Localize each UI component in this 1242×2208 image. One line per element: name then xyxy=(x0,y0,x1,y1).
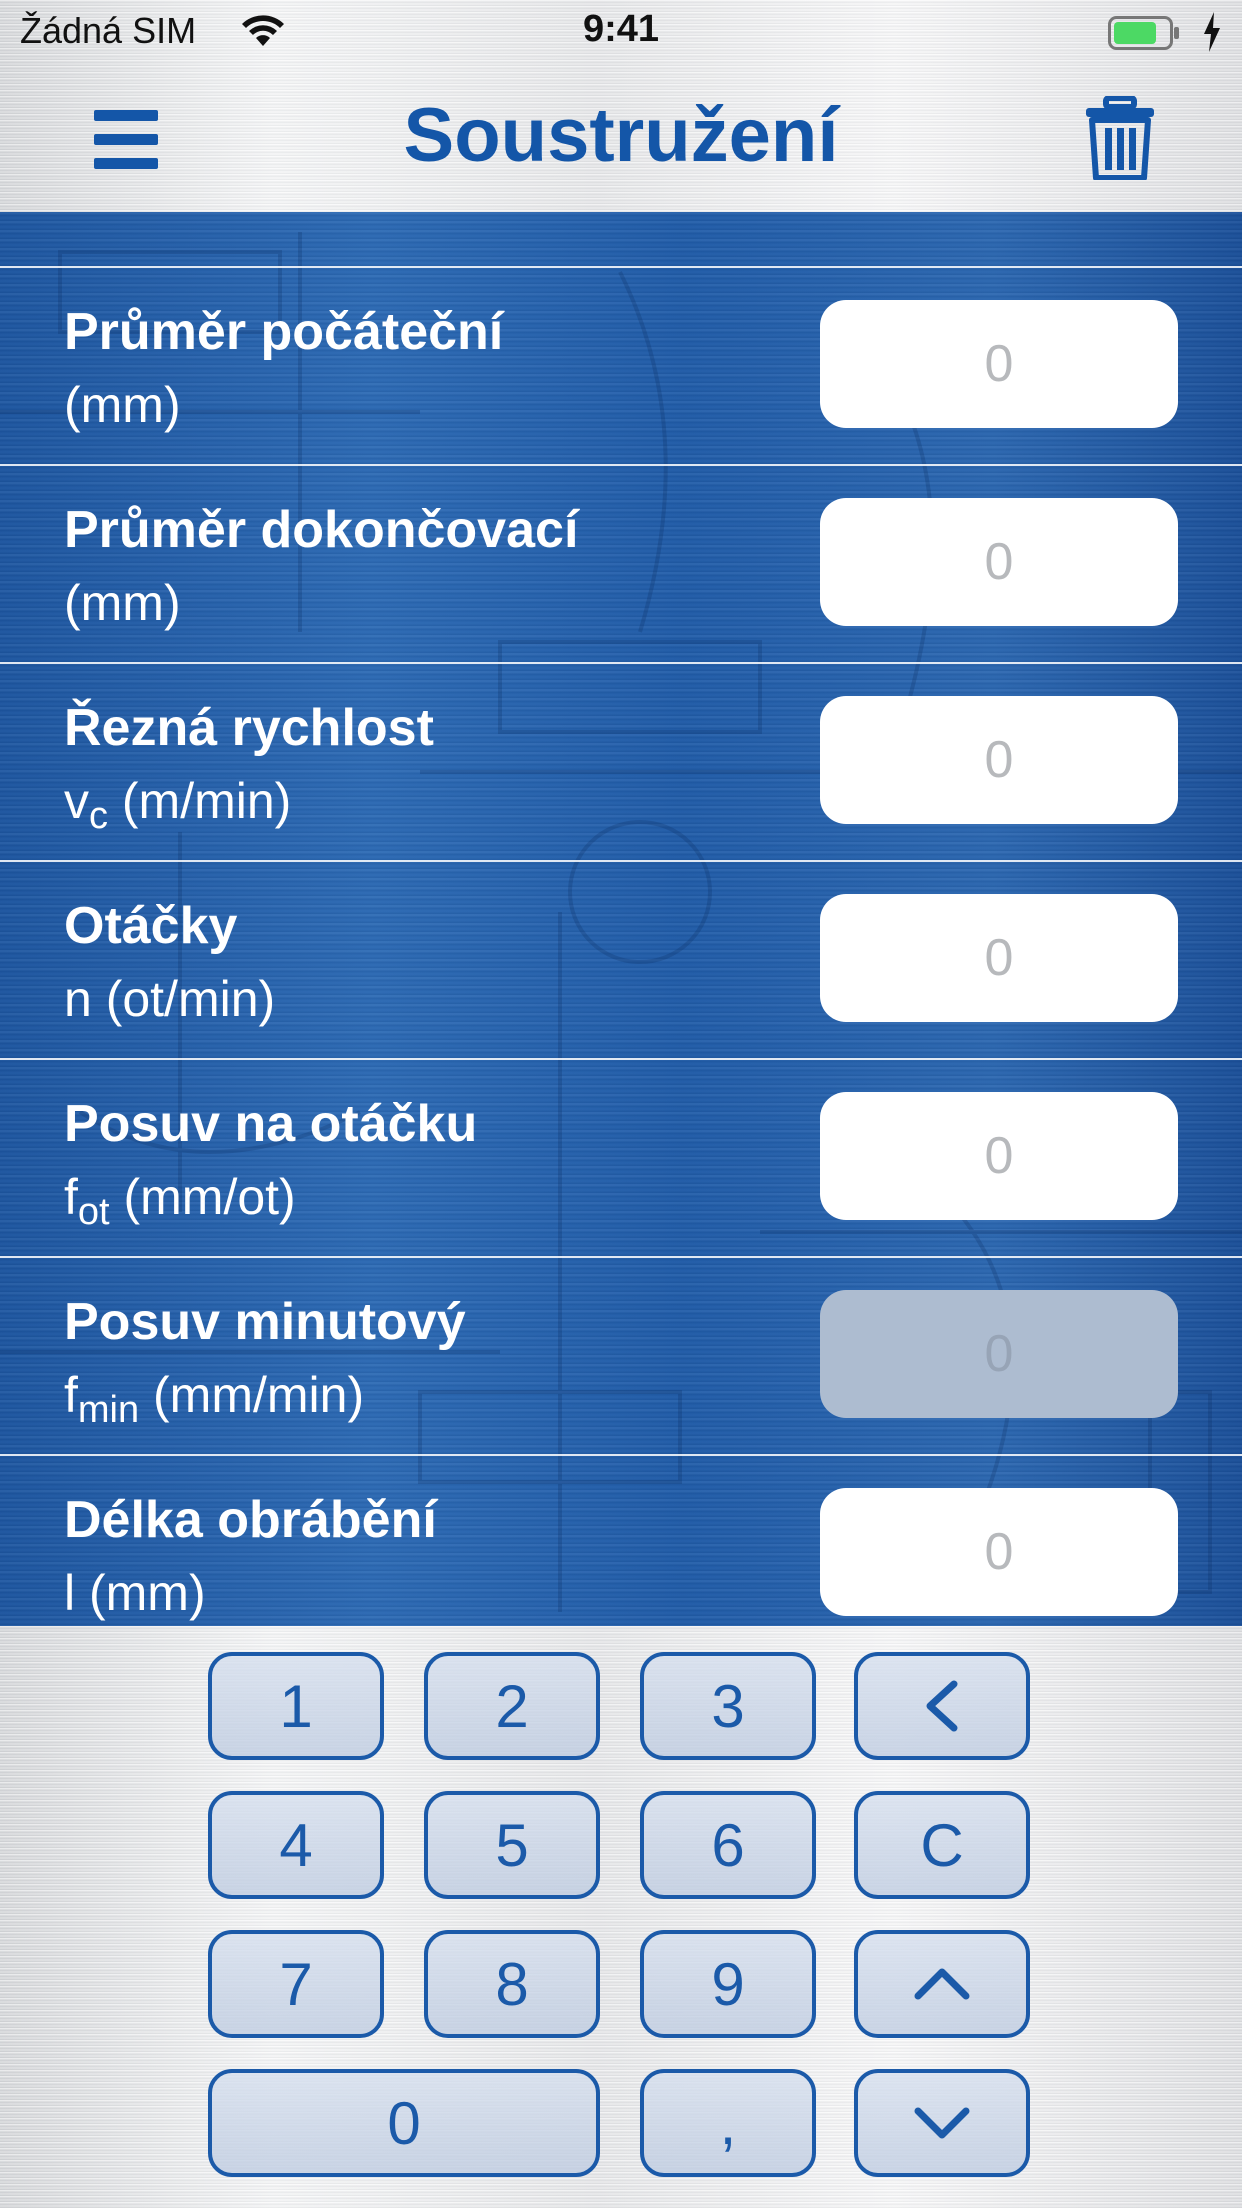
key-4[interactable]: 4 xyxy=(208,1791,384,1899)
row-divider xyxy=(0,860,1242,862)
row-label: Průměr počáteční xyxy=(64,303,504,361)
status-bar: Žádná SIM 9:41 xyxy=(0,0,1242,66)
key-8[interactable]: 8 xyxy=(424,1930,600,2038)
trash-icon[interactable] xyxy=(1084,96,1156,180)
row-divider xyxy=(0,662,1242,664)
key-2[interactable]: 2 xyxy=(424,1652,600,1760)
key-9[interactable]: 9 xyxy=(640,1930,816,2038)
keypad-background xyxy=(0,1626,1242,2208)
key-5[interactable]: 5 xyxy=(424,1791,600,1899)
clear-key[interactable]: C xyxy=(854,1791,1030,1899)
key-7[interactable]: 7 xyxy=(208,1930,384,2038)
battery-icon xyxy=(1108,16,1179,50)
chevron-down-icon xyxy=(914,2107,970,2139)
backspace-key[interactable] xyxy=(854,1652,1030,1760)
key-6[interactable]: 6 xyxy=(640,1791,816,1899)
form-row: Posuv minutový fmin (mm/min) 0 xyxy=(0,1256,1242,1454)
chevron-left-icon xyxy=(926,1680,958,1732)
key-1[interactable]: 1 xyxy=(208,1652,384,1760)
row-unit: l (mm) xyxy=(64,1565,206,1621)
row-label: Řezná rychlost xyxy=(64,699,434,757)
row-label: Otáčky xyxy=(64,897,238,955)
cutting-speed-input[interactable]: 0 xyxy=(820,696,1178,824)
page-title: Soustružení xyxy=(403,93,839,178)
initial-diameter-input[interactable]: 0 xyxy=(820,300,1178,428)
form-row: Průměr dokončovací (mm) 0 xyxy=(0,464,1242,662)
row-divider xyxy=(0,266,1242,268)
feed-per-revolution-input[interactable]: 0 xyxy=(820,1092,1178,1220)
row-label: Posuv na otáčku xyxy=(64,1095,478,1153)
row-unit: (mm) xyxy=(64,377,181,433)
form-row: Délka obrábění l (mm) 0 xyxy=(0,1454,1242,1626)
machining-length-input[interactable]: 0 xyxy=(820,1488,1178,1616)
row-label: Průměr dokončovací xyxy=(64,501,579,559)
next-field-key[interactable] xyxy=(854,2069,1030,2177)
key-0[interactable]: 0 xyxy=(208,2069,600,2177)
spindle-speed-input[interactable]: 0 xyxy=(820,894,1178,1022)
row-divider xyxy=(0,464,1242,466)
key-3[interactable]: 3 xyxy=(640,1652,816,1760)
previous-field-key[interactable] xyxy=(854,1930,1030,2038)
row-divider xyxy=(0,1256,1242,1258)
row-unit: n (ot/min) xyxy=(64,971,276,1027)
row-label: Posuv minutový xyxy=(64,1293,466,1351)
row-unit: fot (mm/ot) xyxy=(64,1169,296,1233)
form-row: Průměr počáteční (mm) 0 xyxy=(0,266,1242,464)
feed-per-minute-output: 0 xyxy=(820,1290,1178,1418)
row-divider xyxy=(0,1454,1242,1456)
form-row: Řezná rychlost vc (m/min) 0 xyxy=(0,662,1242,860)
row-unit: fmin (mm/min) xyxy=(64,1367,365,1431)
charging-bolt-icon xyxy=(1204,12,1220,52)
status-time: 9:41 xyxy=(582,8,660,50)
row-divider xyxy=(0,1058,1242,1060)
row-unit: (mm) xyxy=(64,575,181,631)
row-unit: vc (m/min) xyxy=(64,773,292,837)
row-label: Délka obrábění xyxy=(64,1491,437,1549)
form-row: Otáčky n (ot/min) 0 xyxy=(0,860,1242,1058)
chevron-up-icon xyxy=(914,1968,970,2000)
decimal-comma-key[interactable]: , xyxy=(640,2069,816,2177)
form-row: Posuv na otáčku fot (mm/ot) 0 xyxy=(0,1058,1242,1256)
finishing-diameter-input[interactable]: 0 xyxy=(820,498,1178,626)
form-area: Průměr počáteční (mm) 0 Průměr dokončova… xyxy=(0,212,1242,1626)
